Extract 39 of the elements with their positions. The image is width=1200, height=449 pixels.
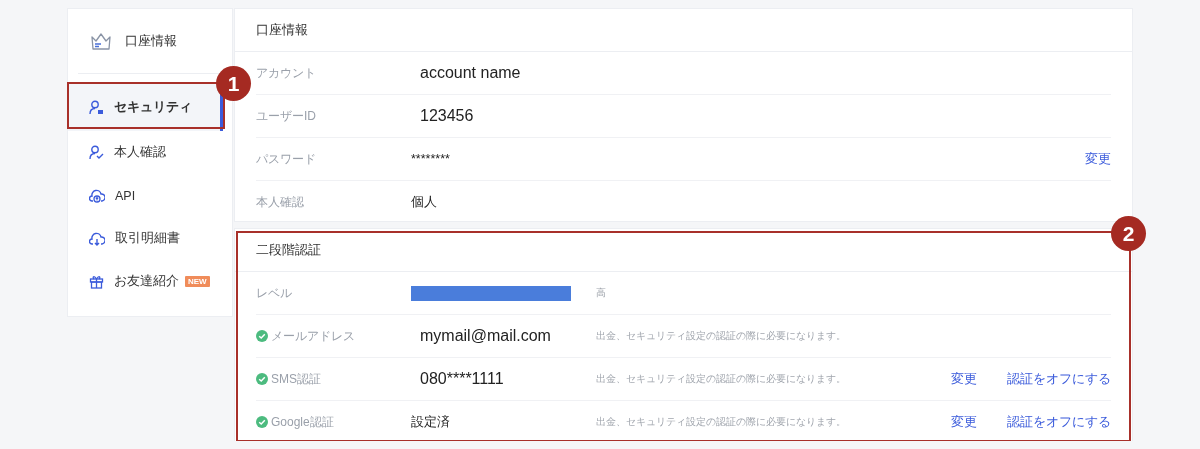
field-note: 出金、セキュリティ設定の認証の際に必要になります。 [596, 329, 846, 343]
section-title: 口座情報 [235, 9, 1132, 52]
gift-icon [89, 274, 104, 289]
user-icon [89, 100, 104, 115]
sidebar-heading: 口座情報 [125, 32, 177, 50]
field-note: 出金、セキュリティ設定の認証の際に必要になります。 [596, 415, 846, 429]
field-label: メールアドレス [271, 327, 355, 345]
cloud-download-icon [89, 231, 105, 246]
level-reading: 高 [596, 286, 606, 300]
field-label: アカウント [256, 64, 317, 82]
action-link[interactable]: 認証をオフにする [1007, 370, 1111, 388]
sidebar-item[interactable]: 取引明細書 [68, 217, 232, 260]
sidebar-item[interactable]: 本人確認 [68, 131, 232, 174]
sidebar-item[interactable]: お友達紹介 NEW [68, 260, 232, 303]
cloud-upload-icon [89, 188, 105, 203]
field-value: mymail@mail.com [419, 327, 552, 345]
field-note: 出金、セキュリティ設定の認証の際に必要になります。 [596, 372, 846, 386]
field-label: レベル [256, 284, 293, 302]
crown-icon [90, 31, 112, 51]
action-link[interactable]: 変更 [951, 370, 977, 388]
field-label: 本人確認 [256, 193, 305, 211]
step-marker: 2 [1111, 216, 1146, 251]
field-label: ユーザーID [256, 107, 317, 125]
sidebar-item[interactable]: セキュリティ [68, 84, 223, 131]
action-link[interactable]: 変更 [951, 413, 977, 431]
field-value: 080****1111 [419, 370, 505, 388]
field-value: 123456 [419, 107, 475, 125]
field-label: パスワード [256, 150, 317, 168]
field-value: ******** [411, 152, 451, 166]
action-link[interactable]: 認証をオフにする [1007, 413, 1111, 431]
sidebar-item[interactable]: API [68, 174, 232, 217]
change-link[interactable]: 変更 [1085, 150, 1111, 168]
field-value: 個人 [411, 193, 438, 211]
user-check-icon [89, 145, 104, 160]
new-badge: NEW [185, 276, 210, 287]
field-value: 設定済 [411, 413, 451, 431]
field-label: Google認証 [271, 413, 334, 431]
field-value: account name [419, 64, 522, 82]
field-label: SMS認証 [271, 370, 321, 388]
